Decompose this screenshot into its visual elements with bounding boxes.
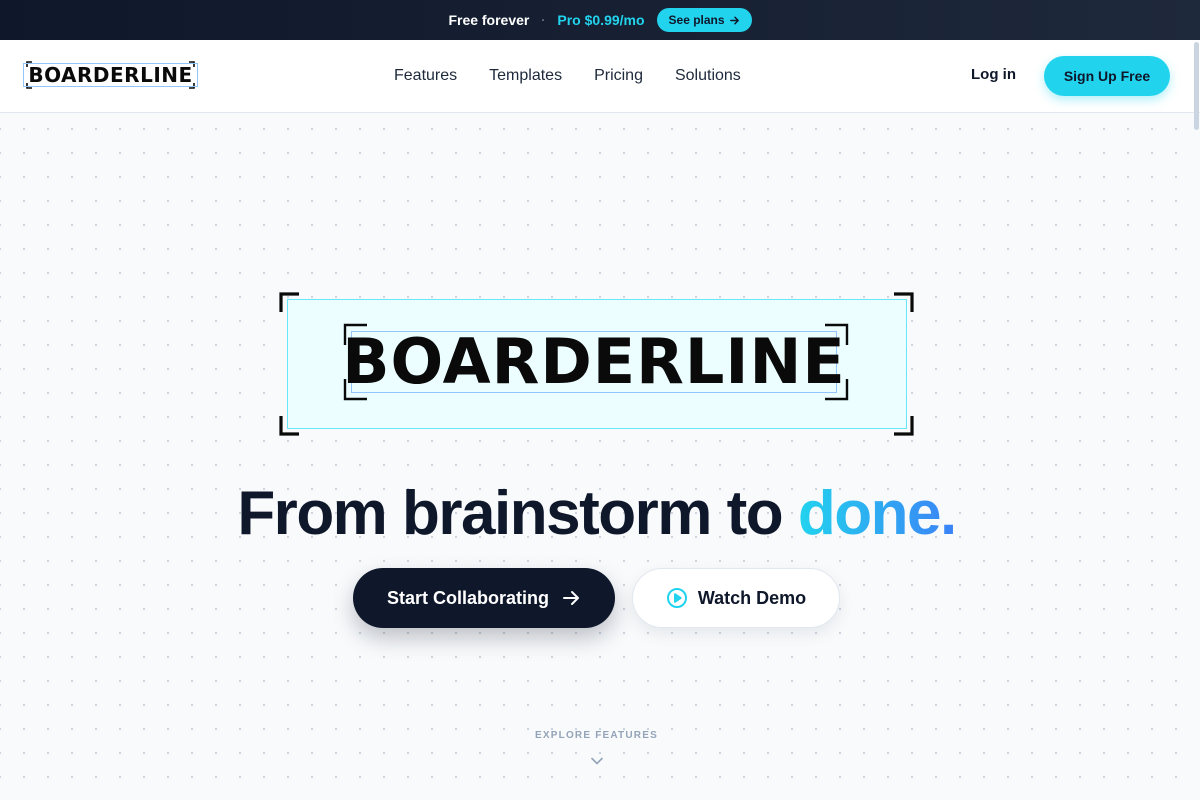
nav-links: Features Templates Pricing Solutions (394, 40, 741, 112)
headline-main: From brainstorm to (237, 479, 798, 548)
nav-link-features[interactable]: Features (394, 67, 457, 85)
announcement-bar: Free forever · Pro $0.99/mo See plans (0, 0, 1200, 40)
watch-demo-label: Watch Demo (697, 587, 807, 608)
page-scrollbar-thumb[interactable] (1194, 42, 1199, 130)
nav-link-solutions[interactable]: Solutions (675, 67, 741, 85)
brand-logo[interactable]: BOARDERLINE (23, 61, 198, 89)
watch-demo-button[interactable]: Watch Demo (632, 568, 840, 628)
play-circle-icon (666, 588, 687, 608)
brand-selection-box: BOARDERLINE (23, 63, 198, 87)
login-link[interactable]: Log in (971, 66, 1016, 83)
start-collaborating-label: Start Collaborating (386, 587, 549, 608)
see-plans-button[interactable]: See plans (656, 8, 752, 32)
announcement-separator: · (541, 13, 546, 27)
headline-accent: done. (797, 479, 957, 548)
start-collaborating-button[interactable]: Start Collaborating (353, 568, 615, 628)
arrow-right-icon (563, 591, 579, 605)
hero-headline: From brainstorm to done. (0, 478, 1193, 550)
nav-link-templates[interactable]: Templates (489, 67, 562, 85)
see-plans-label: See plans (668, 13, 725, 27)
chevron-down-icon[interactable] (589, 753, 605, 769)
free-forever-text: Free forever (448, 12, 530, 28)
main-navigation: BOARDERLINE Features Templates Pricing S… (0, 40, 1200, 113)
hero-section (0, 113, 1193, 800)
brand-name: BOARDERLINE (28, 63, 193, 87)
hero-logo-selection: BOARDERLINE (342, 331, 845, 393)
explore-features-label[interactable]: EXPLORE FEATURES (0, 730, 1193, 741)
signup-button[interactable]: Sign Up Free (1044, 56, 1170, 96)
nav-link-pricing[interactable]: Pricing (594, 67, 643, 85)
pro-price-text: Pro $0.99/mo (557, 12, 645, 28)
page-scrollbar-track[interactable] (1193, 40, 1200, 800)
arrow-right-icon (729, 16, 739, 24)
hero-logo-text: BOARDERLINE (342, 325, 846, 398)
